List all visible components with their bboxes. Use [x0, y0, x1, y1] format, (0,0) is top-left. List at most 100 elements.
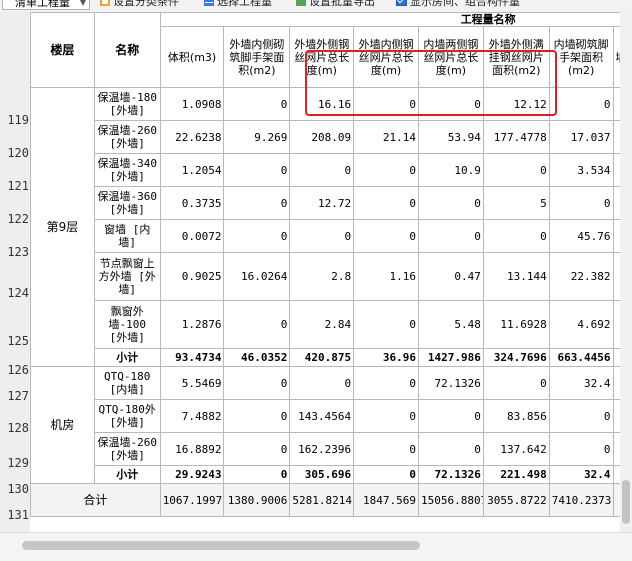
horizontal-scroll-thumb[interactable]: [22, 541, 420, 550]
grand-total-row[interactable]: 合计 1067.1997 1380.9006 5281.8214 1847.56…: [31, 484, 632, 517]
row-number: 128: [0, 421, 30, 435]
row-number: 130: [0, 482, 30, 496]
cell: 36.96: [354, 349, 419, 367]
cell: 5281.8214: [290, 484, 354, 517]
cell: 17.037: [549, 121, 613, 154]
cell: 0: [290, 154, 354, 187]
cell: 0: [224, 154, 290, 187]
cell: 83.856: [483, 400, 549, 433]
table-row[interactable]: 保温墙-360 [外墙] 0.3735 0 12.72 0 0 5 0: [31, 187, 632, 220]
header-int-scaffold[interactable]: 内墙砌筑脚手架面积(m2): [549, 27, 613, 88]
header-ext-outer-mesh[interactable]: 外墙外侧钢丝网片总长度(m): [290, 27, 354, 88]
cell: 0: [224, 88, 290, 121]
cell: 0: [224, 433, 290, 466]
table-row[interactable]: 保温墙-340 [外墙] 1.2054 0 0 0 10.9 0 3.534: [31, 154, 632, 187]
cell: 0: [483, 220, 549, 253]
table-row[interactable]: QTQ-180外 [外墙] 7.4882 0 143.4564 0 0 83.8…: [31, 400, 632, 433]
cell: 1427.986: [419, 349, 484, 367]
cell: 1380.9006: [224, 484, 290, 517]
set-category-label: 设置分类条件: [113, 0, 179, 8]
chevron-down-icon: ▼: [80, 0, 86, 11]
cell: 0: [483, 367, 549, 400]
subtotal-row[interactable]: 小计 29.9243 0 305.696 0 72.1326 221.498 3…: [31, 466, 632, 484]
header-quantity-group: 工程量名称: [160, 13, 632, 27]
table-row[interactable]: 保温墙-260 [外墙] 16.8892 0 162.2396 0 0 137.…: [31, 433, 632, 466]
header-floor[interactable]: 楼层: [31, 13, 95, 88]
row-name: QTQ-180 [内墙]: [94, 367, 160, 400]
cell: 1.2876: [160, 301, 224, 349]
horizontal-scrollbar[interactable]: [0, 532, 632, 561]
cell: 0: [354, 88, 419, 121]
cell: 0: [224, 466, 290, 484]
cell: 5.48: [419, 301, 484, 349]
table-row[interactable]: 节点飘窗上方外墙 [外墙] 0.9025 16.0264 2.8 1.16 0.…: [31, 253, 632, 301]
grand-total-label: 合计: [31, 484, 161, 517]
cell: 2.84: [290, 301, 354, 349]
row-number: 120: [0, 146, 30, 160]
quantity-type-value: 清单工程量: [15, 0, 70, 9]
show-rooms-checkbox[interactable]: 显示房间、组合构件量: [396, 0, 520, 9]
vertical-scroll-thumb[interactable]: [622, 480, 630, 524]
cell: 0: [354, 433, 419, 466]
cell: 16.0264: [224, 253, 290, 301]
table-row[interactable]: 飘窗外墙-100 [外墙] 1.2876 0 2.84 0 5.48 11.69…: [31, 301, 632, 349]
cell: 0: [224, 187, 290, 220]
cell: 0.3735: [160, 187, 224, 220]
row-name: 节点飘窗上方外墙 [外墙]: [94, 253, 160, 301]
select-quantities-label: 选择工程量: [217, 0, 272, 8]
cell: 5.5469: [160, 367, 224, 400]
row-name: 保温墙-340 [外墙]: [94, 154, 160, 187]
header-volume[interactable]: 体积(m3): [160, 27, 224, 88]
cell: 72.1326: [419, 367, 484, 400]
header-name[interactable]: 名称: [94, 13, 160, 88]
cell: 0: [224, 301, 290, 349]
floor-cell: 机房: [31, 367, 95, 484]
cell: 143.4564: [290, 400, 354, 433]
cell: 137.642: [483, 433, 549, 466]
row-number: 121: [0, 179, 30, 193]
cell: 0: [354, 400, 419, 433]
cell: 0: [354, 154, 419, 187]
cell: 12.12: [483, 88, 549, 121]
select-quantities-button[interactable]: 选择工程量: [204, 0, 272, 9]
row-name: 保温墙-180 [外墙]: [94, 88, 160, 121]
cell: 32.4: [549, 367, 613, 400]
cell: 0: [290, 367, 354, 400]
row-name: 窗墙 [内墙]: [94, 220, 160, 253]
table-row[interactable]: 窗墙 [内墙] 0.0072 0 0 0 0 0 45.76: [31, 220, 632, 253]
cell: 45.76: [549, 220, 613, 253]
cell: 10.9: [419, 154, 484, 187]
cell: 0: [224, 400, 290, 433]
cell: 72.1326: [419, 466, 484, 484]
quantity-type-dropdown[interactable]: 清单工程量 ▼: [2, 0, 90, 10]
row-name: 保温墙-260 [外墙]: [94, 121, 160, 154]
quantity-table: 楼层 名称 工程量名称 体积(m3) 外墙内侧砌筑脚手架面积(m2) 外墙外侧钢…: [30, 12, 632, 517]
header-ext-inner-mesh[interactable]: 外墙内侧钢丝网片总长度(m): [354, 27, 419, 88]
cell: 0: [224, 367, 290, 400]
cell: 0: [419, 433, 484, 466]
cell: 0: [419, 220, 484, 253]
row-number: 125: [0, 334, 30, 348]
cell: 9.269: [224, 121, 290, 154]
cell: 0: [354, 187, 419, 220]
cell: 177.4778: [483, 121, 549, 154]
header-ext-inner-scaffold[interactable]: 外墙内侧砌筑脚手架面积(m2): [224, 27, 290, 88]
cell: 2.8: [290, 253, 354, 301]
row-number-column: 119 120 121 122 123 124 125 126 127 128 …: [0, 12, 31, 532]
cell: 663.4456: [549, 349, 613, 367]
subtotal-label: 小计: [94, 466, 160, 484]
set-category-button[interactable]: 设置分类条件: [100, 0, 179, 9]
batch-export-button[interactable]: 设置批量导出: [296, 0, 375, 9]
cell: 53.94: [419, 121, 484, 154]
table-row[interactable]: 机房 QTQ-180 [内墙] 5.5469 0 0 0 72.1326 0 3…: [31, 367, 632, 400]
header-ext-outer-full-mesh[interactable]: 外墙外侧满挂钢丝网片面积(m2): [483, 27, 549, 88]
table-row[interactable]: 第9层 保温墙-180 [外墙] 1.0908 0 16.16 0 0 12.1…: [31, 88, 632, 121]
vertical-scrollbar[interactable]: [620, 12, 632, 532]
cell: 22.382: [549, 253, 613, 301]
row-number: 131: [0, 508, 30, 522]
cell: 46.0352: [224, 349, 290, 367]
header-int-both-mesh[interactable]: 内墙两侧钢丝网片总长度(m): [419, 27, 484, 88]
cell: 0: [549, 88, 613, 121]
table-row[interactable]: 保温墙-260 [外墙] 22.6238 9.269 208.09 21.14 …: [31, 121, 632, 154]
subtotal-row[interactable]: 小计 93.4734 46.0352 420.875 36.96 1427.98…: [31, 349, 632, 367]
